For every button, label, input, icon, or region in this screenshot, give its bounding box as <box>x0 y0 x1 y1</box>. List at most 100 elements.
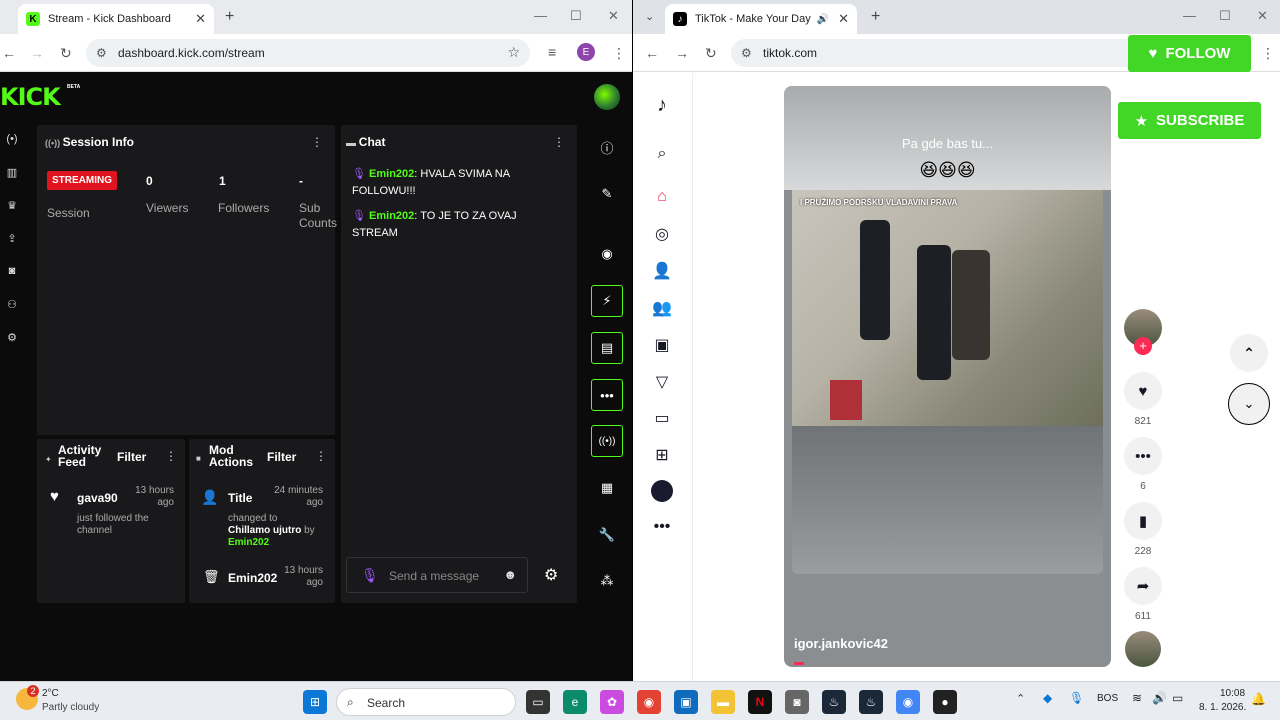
quick-actions-icon[interactable]: ⚡ <box>591 285 623 317</box>
minimize-icon[interactable]: — <box>1183 8 1196 23</box>
netflix-icon[interactable]: N <box>748 690 772 714</box>
user-avatar[interactable] <box>594 84 620 110</box>
like-action[interactable]: ♥ 821 <box>1123 372 1163 427</box>
chat-settings-icon[interactable]: ⚙ <box>544 565 558 585</box>
site-info-icon[interactable]: ⚙ <box>741 46 752 60</box>
chat-input[interactable]: 🎙 Send a message ☻ <box>346 557 528 593</box>
stream-nav-icon[interactable]: (•) <box>0 133 24 166</box>
forward-icon[interactable]: → <box>675 45 689 61</box>
chat-menu-icon[interactable]: ⋮ <box>553 135 565 149</box>
video-icon[interactable]: ▦ <box>591 472 623 504</box>
search-icon[interactable]: ⌕ <box>651 143 673 165</box>
reload-icon[interactable]: ↻ <box>60 45 72 62</box>
close-tab-icon[interactable]: ✕ <box>195 11 206 27</box>
friends-icon[interactable]: 👥 <box>651 297 673 319</box>
following-icon[interactable]: 👤 <box>651 260 673 282</box>
heart-icon[interactable]: ♥ <box>1124 372 1162 410</box>
share-icon[interactable]: ⁂ <box>591 565 623 597</box>
bookmark-star-icon[interactable]: ☆ <box>507 44 520 61</box>
tiktok-logo-icon[interactable]: ♪ <box>651 94 673 116</box>
mod-menu-icon[interactable]: ⋮ <box>315 449 327 463</box>
menu-dots-icon[interactable]: ⋮ <box>612 45 626 62</box>
minimize-icon[interactable]: — <box>534 8 547 23</box>
upload-icon[interactable]: ⊞ <box>651 444 673 466</box>
messages-icon[interactable]: ▽ <box>651 371 673 393</box>
defender-icon[interactable]: ◆ <box>1043 691 1052 705</box>
home-icon[interactable]: ⌂ <box>651 186 673 208</box>
steam-alt-icon[interactable]: ♨ <box>859 690 883 714</box>
trophy-nav-icon[interactable]: ♛ <box>0 199 24 232</box>
clock-date[interactable]: 8. 1. 2026. <box>1199 702 1246 713</box>
tab-tiktok[interactable]: ♪ TikTok - Make Your Day 🔊 ✕ <box>665 4 857 34</box>
settings-nav-icon[interactable]: ⚙ <box>0 331 24 364</box>
steam-icon[interactable]: ♨ <box>822 690 846 714</box>
task-view-icon[interactable]: ▭ <box>526 690 550 714</box>
media-control-icon[interactable]: ≡ <box>548 44 556 60</box>
broadcast-icon[interactable]: ((•)) <box>591 425 623 457</box>
maximize-icon[interactable]: ☐ <box>570 8 582 24</box>
mic-tray-icon[interactable]: 🎙 <box>1069 691 1084 705</box>
maximize-icon[interactable]: ☐ <box>1219 8 1231 24</box>
share-action[interactable]: ➦ 611 <box>1123 567 1163 622</box>
follow-overlay-button[interactable]: ♥ FOLLOW <box>1128 35 1251 72</box>
screen-capture-icon[interactable]: ◉ <box>591 238 623 270</box>
activity-menu-icon[interactable]: ⋮ <box>165 449 177 463</box>
explore-icon[interactable]: ◎ <box>651 223 673 245</box>
back-icon[interactable]: ← <box>645 45 659 61</box>
taskbar-search[interactable]: ⌕ Search <box>336 688 516 716</box>
close-window-icon[interactable]: ✕ <box>1257 8 1268 24</box>
notes-icon[interactable]: ▤ <box>591 332 623 364</box>
creator-avatar[interactable]: + <box>1123 309 1163 355</box>
chrome-icon[interactable]: ◉ <box>637 690 661 714</box>
volume-icon[interactable]: 🔊 <box>1152 691 1167 705</box>
menu-dots-icon[interactable]: ⋮ <box>1261 45 1275 62</box>
comment-action[interactable]: ••• 6 <box>1123 437 1163 492</box>
more-icon[interactable]: ••• <box>651 516 673 538</box>
activity-filter-button[interactable]: Filter <box>117 450 146 464</box>
notifications-bell-icon[interactable]: 🔔 <box>1251 692 1266 706</box>
video-progress[interactable] <box>794 662 804 665</box>
share-icon[interactable]: ➦ <box>1124 567 1162 605</box>
panel-menu-icon[interactable]: ⋮ <box>311 135 323 149</box>
new-tab-icon[interactable]: + <box>225 8 234 26</box>
upload-nav-icon[interactable]: ⇪ <box>0 232 24 265</box>
wrench-icon[interactable]: 🔧 <box>591 519 623 551</box>
edge-icon[interactable]: e <box>563 690 587 714</box>
camera-nav-icon[interactable]: ◙ <box>0 265 24 298</box>
clock-time[interactable]: 10:08 <box>1220 688 1245 699</box>
next-video-button[interactable]: ⌄ <box>1228 383 1270 425</box>
close-tab-icon[interactable]: ✕ <box>838 11 849 27</box>
close-window-icon[interactable]: ✕ <box>608 8 619 24</box>
chat-bubble-icon[interactable]: ••• <box>591 379 623 411</box>
battery-icon[interactable]: ▭ <box>1172 691 1183 705</box>
community-nav-icon[interactable]: ⚇ <box>0 298 24 331</box>
camera-icon[interactable]: ◙ <box>785 690 809 714</box>
mod-filter-button[interactable]: Filter <box>267 450 296 464</box>
info-icon[interactable]: ⓘ <box>591 131 623 163</box>
url-field[interactable]: ⚙ dashboard.kick.com/stream ☆ <box>86 39 530 67</box>
language-indicator[interactable]: BOS <box>1097 693 1118 704</box>
prev-video-button[interactable]: ⌃ <box>1230 334 1268 372</box>
obs-icon[interactable]: ● <box>933 690 957 714</box>
copilot-icon[interactable]: ✿ <box>600 690 624 714</box>
forward-icon[interactable]: → <box>30 45 44 61</box>
reload-icon[interactable]: ↻ <box>705 45 717 62</box>
live-icon[interactable]: ▣ <box>651 334 673 356</box>
start-icon[interactable]: ⊞ <box>303 690 327 714</box>
subscribe-overlay-button[interactable]: ★ SUBSCRIBE <box>1118 102 1261 139</box>
inbox-icon[interactable]: ▭ <box>651 407 673 429</box>
sound-avatar[interactable] <box>1123 631 1163 667</box>
chrome-profile-icon[interactable]: ◉ <box>896 690 920 714</box>
profile-avatar[interactable]: E <box>577 43 595 61</box>
new-tab-icon[interactable]: + <box>871 8 880 26</box>
back-icon[interactable]: ← <box>2 45 16 61</box>
file-explorer-icon[interactable]: ▬ <box>711 690 735 714</box>
follow-plus-icon[interactable]: + <box>1134 337 1152 355</box>
video-player[interactable]: Pa gde bas tu... 😆😆😆 I PRUŽIMO PODRŠKU V… <box>784 86 1111 667</box>
tab-kick-dashboard[interactable]: K Stream - Kick Dashboard ✕ <box>18 4 214 34</box>
comment-icon[interactable]: ••• <box>1124 437 1162 475</box>
save-action[interactable]: ▮ 228 <box>1123 502 1163 557</box>
site-info-icon[interactable]: ⚙ <box>96 46 107 60</box>
tab-search-icon[interactable]: ⌄ <box>645 10 654 23</box>
audio-playing-icon[interactable]: 🔊 <box>817 14 829 25</box>
